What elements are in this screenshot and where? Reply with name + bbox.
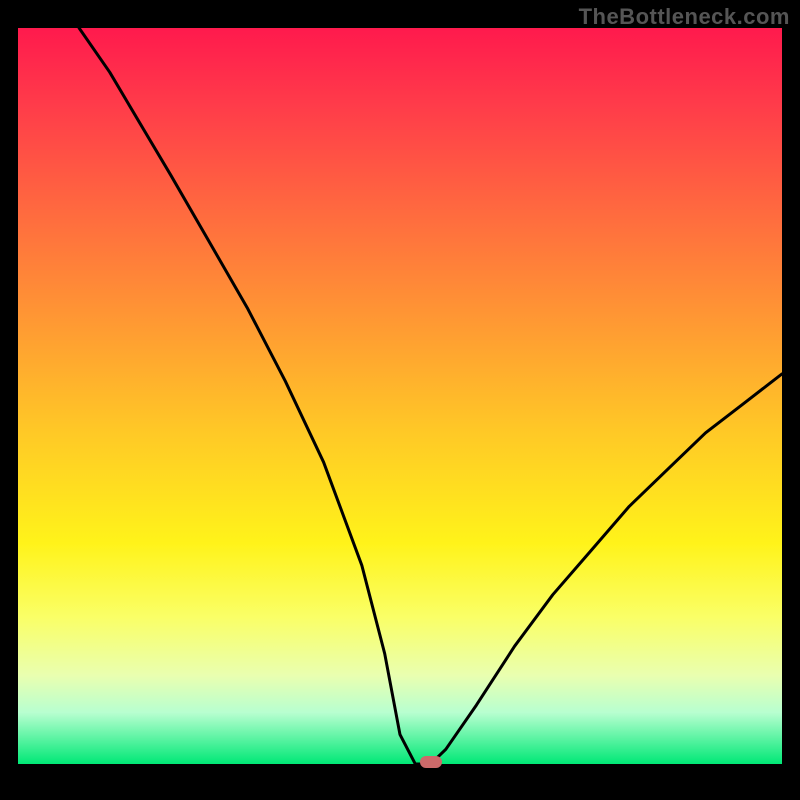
bottleneck-marker [420, 756, 442, 768]
plot-area [18, 28, 782, 764]
chart-frame: TheBottleneck.com [0, 0, 800, 800]
watermark-text: TheBottleneck.com [579, 4, 790, 30]
curve-svg [18, 28, 782, 764]
bottleneck-curve [79, 28, 782, 764]
